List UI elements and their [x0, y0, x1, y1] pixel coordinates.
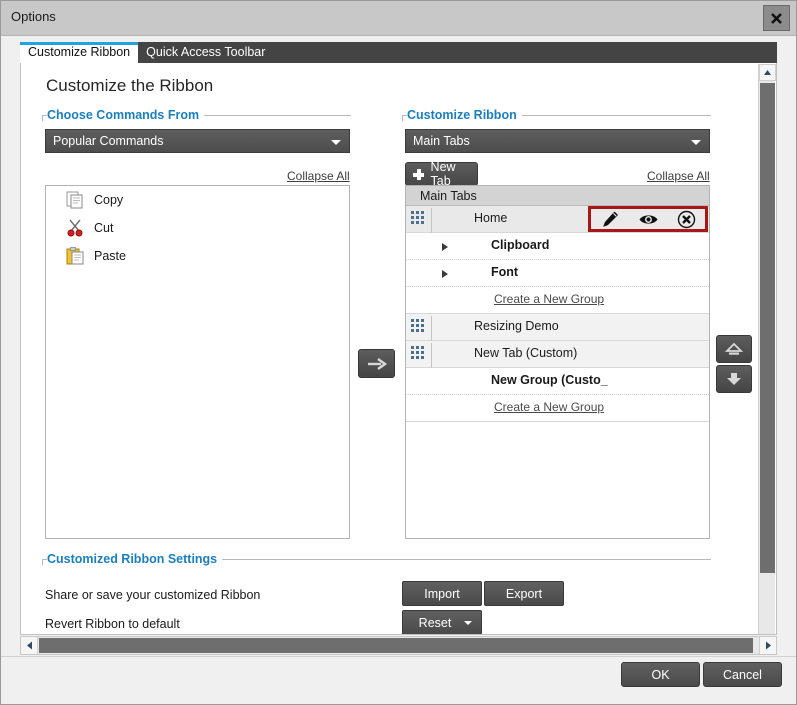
content-pane: Customize the Ribbon Choose Commands Fro… [20, 63, 777, 635]
arrow-up-icon [724, 341, 744, 357]
reset-button[interactable]: Reset [402, 610, 482, 635]
left-collapse-all-link[interactable]: Collapse All [287, 169, 350, 183]
caret-right-icon [765, 641, 772, 650]
move-up-button[interactable] [716, 335, 752, 363]
table-row[interactable]: Create a New Group [406, 395, 709, 422]
commands-listbox[interactable]: Copy Cut [45, 185, 350, 539]
list-item-label: Paste [94, 249, 126, 263]
scroll-right-button[interactable] [759, 637, 776, 654]
page-title: Customize the Ribbon [46, 76, 213, 96]
options-dialog: Options Customize Ribbon Quick Access To… [0, 0, 797, 705]
visibility-eye-icon[interactable] [635, 209, 661, 229]
tab-quick-access-toolbar[interactable]: Quick Access Toolbar [138, 42, 273, 63]
table-row[interactable]: New Group (Custo_ [406, 368, 709, 395]
arrow-right-icon [366, 357, 388, 371]
import-button-label: Import [424, 587, 459, 601]
export-button[interactable]: Export [484, 581, 564, 606]
list-item[interactable]: Cut [46, 214, 349, 242]
list-item[interactable]: Paste [46, 242, 349, 270]
paste-icon [66, 247, 88, 265]
choose-commands-select-value: Popular Commands [53, 134, 163, 148]
right-collapse-all-link[interactable]: Collapse All [647, 169, 710, 183]
ribbon-settings-group-label: Customized Ribbon Settings [47, 552, 222, 566]
tab-customize-ribbon[interactable]: Customize Ribbon [20, 42, 138, 63]
choose-commands-select[interactable]: Popular Commands [45, 129, 350, 153]
table-row[interactable]: Font [406, 260, 709, 287]
table-row[interactable]: Home [406, 206, 709, 233]
window-title: Options [11, 9, 56, 24]
close-icon [770, 12, 783, 25]
arrow-down-icon [724, 371, 744, 387]
drag-handle-icon[interactable] [411, 211, 428, 228]
add-command-button[interactable] [358, 349, 395, 378]
table-row[interactable]: Clipboard [406, 233, 709, 260]
create-new-group-link[interactable]: Create a New Group [494, 400, 604, 414]
share-settings-label: Share or save your customized Ribbon [45, 588, 260, 602]
choose-commands-group-label: Choose Commands From [47, 108, 204, 122]
tab-quick-access-toolbar-label: Quick Access Toolbar [146, 45, 265, 59]
table-row-label: New Tab (Custom) [474, 346, 577, 360]
vertical-scroll-thumb[interactable] [760, 83, 775, 573]
expander-triangle-icon[interactable] [442, 270, 448, 278]
customize-ribbon-group-label: Customize Ribbon [407, 108, 522, 122]
plus-icon [413, 169, 424, 180]
create-new-group-link[interactable]: Create a New Group [494, 292, 604, 306]
import-button[interactable]: Import [402, 581, 482, 606]
chevron-down-icon [691, 140, 701, 145]
table-row[interactable]: New Tab (Custom) [406, 341, 709, 368]
table-row-label: New Group (Custo_ [491, 373, 608, 387]
cancel-button-label: Cancel [723, 668, 762, 682]
edit-pencil-icon[interactable] [597, 209, 623, 229]
close-button[interactable] [763, 5, 790, 31]
table-row-label: Home [474, 211, 507, 225]
list-item-label: Copy [94, 193, 123, 207]
new-tab-button-label: New Tab [431, 160, 477, 188]
cut-icon [66, 219, 88, 237]
customize-ribbon-select-value: Main Tabs [413, 134, 470, 148]
tab-customize-ribbon-label: Customize Ribbon [28, 45, 130, 59]
content-vertical-scrollbar[interactable] [758, 64, 775, 634]
caret-up-icon [763, 69, 772, 76]
copy-icon [66, 191, 88, 209]
scroll-left-button[interactable] [21, 637, 38, 654]
cancel-button[interactable]: Cancel [703, 662, 782, 687]
table-row[interactable]: Resizing Demo [406, 314, 709, 341]
ribbon-tree-listbox[interactable]: Main Tabs Home [405, 185, 710, 539]
caret-left-icon [26, 641, 33, 650]
move-down-button[interactable] [716, 365, 752, 393]
chevron-down-icon[interactable] [464, 621, 472, 625]
chevron-down-icon [331, 140, 341, 145]
drag-handle-icon[interactable] [411, 319, 428, 336]
ok-button-label: OK [651, 668, 669, 682]
customize-ribbon-select[interactable]: Main Tabs [405, 129, 710, 153]
ok-button[interactable]: OK [621, 662, 700, 687]
table-row-label: Font [491, 265, 518, 279]
new-tab-button[interactable]: New Tab [405, 162, 478, 186]
footer-separator [1, 656, 796, 657]
table-row[interactable]: Create a New Group [406, 287, 709, 314]
list-item[interactable]: Copy [46, 186, 349, 214]
delete-circle-x-icon[interactable] [673, 209, 699, 229]
tree-header-main-tabs[interactable]: Main Tabs [406, 186, 709, 206]
table-row-label: Resizing Demo [474, 319, 559, 333]
row-action-toolbar [588, 206, 708, 232]
expander-triangle-icon[interactable] [442, 243, 448, 251]
title-bar: Options [1, 1, 796, 36]
table-row-label: Clipboard [491, 238, 549, 252]
content-horizontal-scrollbar[interactable] [20, 636, 777, 655]
horizontal-scroll-thumb[interactable] [39, 638, 753, 653]
export-button-label: Export [506, 587, 542, 601]
revert-settings-label: Revert Ribbon to default [45, 617, 180, 631]
tab-strip: Customize Ribbon Quick Access Toolbar [20, 42, 777, 63]
scroll-up-button[interactable] [759, 64, 776, 81]
list-item-label: Cut [94, 221, 113, 235]
drag-handle-icon[interactable] [411, 346, 428, 363]
tree-header-label: Main Tabs [420, 189, 477, 203]
